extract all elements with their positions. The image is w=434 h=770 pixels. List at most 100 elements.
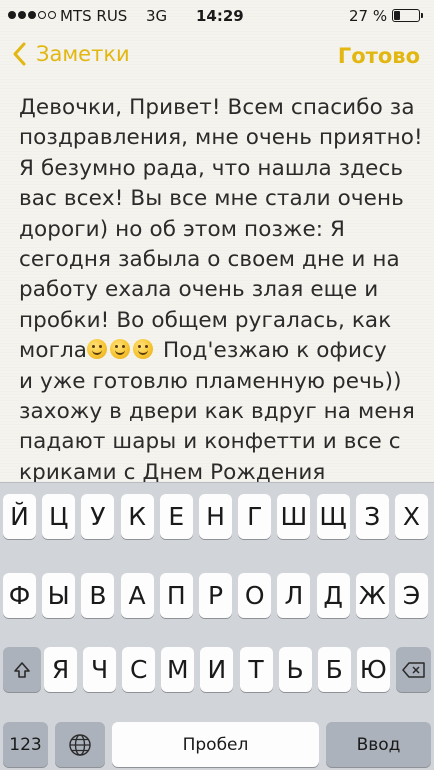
- note-line-text: сегодня забыла о своем дне и на: [19, 246, 400, 272]
- note-line: могла Под'езжаю к офису: [19, 336, 424, 366]
- note-line-text: работу ехала очень злая еще и: [19, 277, 379, 303]
- note-line: сегодня забыла о своем дне и на: [19, 245, 424, 275]
- note-line-text: криками с Днем Рождения: [19, 459, 326, 485]
- key-Ь-label: Ь: [286, 655, 304, 684]
- space-key[interactable]: Пробел: [112, 722, 319, 767]
- back-button[interactable]: Заметки: [12, 42, 130, 66]
- key-Ф[interactable]: Ф: [3, 573, 36, 618]
- key-Л[interactable]: Л: [277, 573, 311, 618]
- key-П-label: П: [166, 581, 186, 610]
- key-У[interactable]: У: [81, 494, 115, 539]
- key-М-label: М: [167, 655, 189, 684]
- note-line-text: и уже готовлю пламенную речь)): [19, 368, 402, 394]
- key-Ь[interactable]: Ь: [278, 647, 312, 692]
- note-line-text: захожу в двери как вдруг на меня: [19, 398, 415, 424]
- note-line: Девочки, Привет! Всем спасибо за: [19, 93, 424, 123]
- key-Ш-label: Ш: [280, 502, 308, 531]
- space-key-label: Пробел: [182, 734, 249, 755]
- key-Г[interactable]: Г: [238, 494, 272, 539]
- key-У-label: У: [90, 502, 106, 531]
- smiling-face-emoji-icon: [110, 339, 131, 360]
- key-В[interactable]: В: [81, 573, 115, 618]
- note-line-text: Девочки, Привет! Всем спасибо за: [19, 95, 415, 120]
- key-Р[interactable]: Р: [199, 573, 232, 618]
- key-Э[interactable]: Э: [395, 573, 428, 618]
- key-Е-label: Е: [168, 502, 185, 531]
- note-line: и уже готовлю пламенную речь)): [19, 367, 424, 397]
- key-Ц-label: Ц: [48, 502, 69, 531]
- key-С-label: С: [129, 655, 148, 684]
- key-Н-label: Н: [206, 502, 225, 531]
- key-К[interactable]: К: [120, 494, 154, 539]
- key-Д-label: Д: [323, 581, 343, 610]
- numbers-key[interactable]: 123: [3, 722, 48, 767]
- note-line: захожу в двери как вдруг на меня: [19, 397, 424, 427]
- key-Щ[interactable]: Щ: [316, 494, 350, 539]
- key-К-label: К: [128, 502, 146, 531]
- return-key-label: Ввод: [356, 734, 401, 755]
- note-line: вас всех! Вы все мне стали очень: [19, 184, 424, 214]
- delete-key[interactable]: [396, 647, 431, 692]
- navigation-bar: Заметки Готово: [0, 34, 434, 82]
- key-А[interactable]: А: [120, 573, 154, 618]
- key-А-label: А: [128, 581, 146, 610]
- key-Р-label: Р: [207, 581, 224, 610]
- key-Ч[interactable]: Ч: [83, 647, 117, 692]
- note-line-text: Под'езжаю к офису: [156, 338, 387, 364]
- note-line-text: пробки! Во общем ругалась, как: [19, 307, 392, 333]
- back-button-label: Заметки: [36, 42, 130, 66]
- key-Н[interactable]: Н: [199, 494, 232, 539]
- return-key[interactable]: Ввод: [326, 722, 431, 767]
- note-line: пробки! Во общем ругалась, как: [19, 306, 424, 336]
- key-Ы[interactable]: Ы: [42, 573, 76, 618]
- key-Ж[interactable]: Ж: [355, 573, 389, 618]
- globe-icon: [69, 733, 91, 756]
- key-Ю[interactable]: Ю: [356, 647, 390, 692]
- key-П[interactable]: П: [159, 573, 193, 618]
- note-line-text: вас всех! Вы все мне стали очень: [19, 186, 404, 212]
- key-М[interactable]: М: [161, 647, 195, 692]
- note-line-text: падают шары и конфетти и все с: [19, 429, 401, 455]
- key-З[interactable]: З: [355, 494, 389, 539]
- key-Ю-label: Ю: [359, 655, 387, 684]
- shift-key[interactable]: [3, 647, 41, 692]
- globe-key[interactable]: [55, 722, 105, 767]
- battery-percent: 27 %: [349, 7, 388, 25]
- key-Х-label: Х: [402, 502, 421, 531]
- smiling-face-emoji-icon: [133, 339, 154, 360]
- key-И[interactable]: И: [200, 647, 234, 692]
- key-Л-label: Л: [284, 581, 304, 610]
- key-С[interactable]: С: [122, 647, 156, 692]
- key-О[interactable]: О: [238, 573, 272, 618]
- key-Э-label: Э: [402, 581, 421, 610]
- key-Е[interactable]: Е: [159, 494, 193, 539]
- note-line-text: могла: [19, 338, 88, 364]
- note-line: поздравления, мне очень приятно!: [19, 123, 424, 153]
- key-В-label: В: [89, 581, 107, 610]
- numbers-key-label: 123: [9, 734, 42, 755]
- key-Щ-label: Щ: [319, 502, 347, 531]
- key-Й[interactable]: Й: [3, 494, 36, 539]
- carrier-name: MTS RUS: [60, 7, 128, 25]
- key-Г-label: Г: [247, 502, 263, 531]
- note-line-text: дороги) но об этом позже: Я: [19, 216, 346, 242]
- key-Я[interactable]: Я: [44, 647, 77, 692]
- key-Ц[interactable]: Ц: [42, 494, 76, 539]
- note-line: работу ехала очень злая еще и: [19, 275, 424, 305]
- done-button[interactable]: Готово: [338, 44, 420, 68]
- shift-icon: [14, 661, 30, 678]
- battery-icon: [392, 9, 423, 22]
- key-Ч-label: Ч: [91, 655, 109, 684]
- key-З-label: З: [364, 502, 381, 531]
- key-Д[interactable]: Д: [316, 573, 350, 618]
- network-type: 3G: [146, 7, 168, 25]
- key-Б[interactable]: Б: [317, 647, 351, 692]
- key-О-label: О: [244, 581, 265, 610]
- note-line: падают шары и конфетти и все с: [19, 427, 424, 457]
- key-Т[interactable]: Т: [239, 647, 273, 692]
- keyboard: Й Ц У К Е Н Г Ш Щ З Х Ф Ы В А П Р О Л Д Ж Э Я Ч С М И Т Ь Б Ю 123 Пробел…: [0, 482, 434, 770]
- key-Ш[interactable]: Ш: [277, 494, 311, 539]
- note-text-area[interactable]: Девочки, Привет! Всем спасибо за поздравл…: [19, 93, 424, 488]
- note-line-text: поздравления, мне очень приятно!: [19, 125, 423, 151]
- key-Х[interactable]: Х: [395, 494, 428, 539]
